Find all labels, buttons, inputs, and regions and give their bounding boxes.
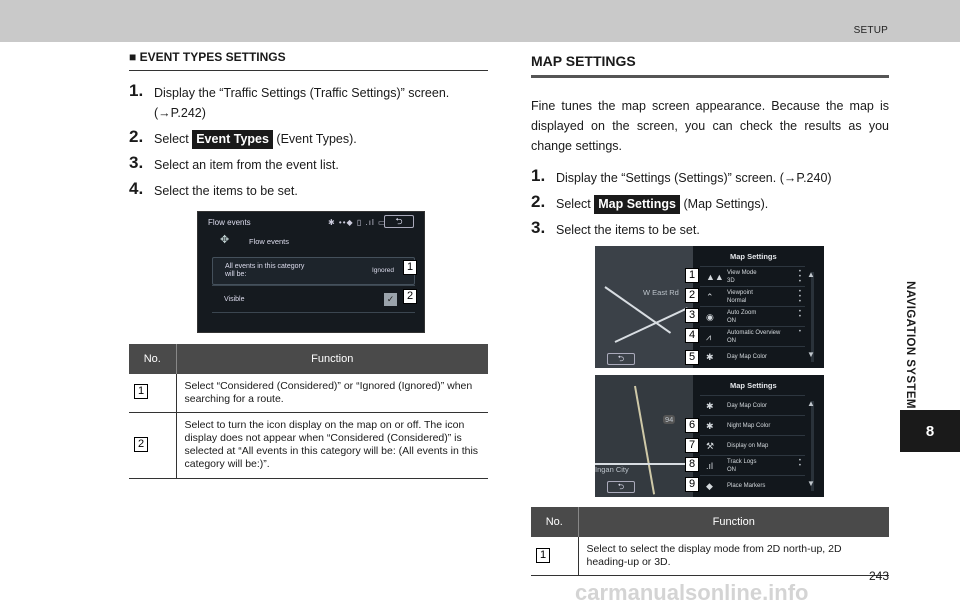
step-1: 1. Display the “Traffic Settings (Traffi… xyxy=(129,81,450,120)
setting-automatic-overview[interactable]: ⩘ Automatic Overview ON • xyxy=(700,326,805,346)
screen-title: Flow events xyxy=(208,218,251,227)
back-button[interactable]: ⮌ xyxy=(384,215,414,228)
setting-view-mode[interactable]: ▲▲ View Mode 3D • • • xyxy=(700,266,805,286)
scroll-up-icon[interactable]: ▲ xyxy=(807,399,815,408)
chapter-tab-number: 8 xyxy=(900,410,960,452)
setting-track-logs[interactable]: .ıl Track Logs ON • • xyxy=(700,455,805,475)
row-number: 1 xyxy=(536,548,550,563)
status-icons: ✱ ••◆ ▯ .ıl ▭ xyxy=(328,218,387,227)
map-settings-button[interactable]: Map Settings xyxy=(594,195,681,214)
callout-3: 3 xyxy=(685,308,699,323)
callout-8: 8 xyxy=(685,457,699,472)
callout-4: 4 xyxy=(685,328,699,343)
place-markers-icon: ◆ xyxy=(706,481,713,491)
map-city-label: Ingan City xyxy=(595,465,629,474)
panel-title: Map Settings xyxy=(730,252,777,261)
day-map-color-icon: ✱ xyxy=(706,352,714,362)
row-number: 1 xyxy=(134,384,148,399)
step-2: 2. Select Map Settings (Map Settings). xyxy=(531,192,889,214)
map-settings-screenshot-2: Ingan City 94 ⮌ Map Settings ✱ Day Map C… xyxy=(595,375,824,497)
row-function: Select “Considered (Considered)” or “Ign… xyxy=(176,374,488,413)
visible-row[interactable]: Visible ✓ xyxy=(212,285,415,313)
map-road-label: W East Rd xyxy=(643,288,679,297)
page-number: 243 xyxy=(868,569,889,583)
more-icon: • • xyxy=(798,309,801,320)
heading-square-marker: ■ xyxy=(129,50,137,64)
event-types-section: ■ EVENT TYPES SETTINGS 1. Display the “T… xyxy=(129,50,488,479)
intro-paragraph: Fine tunes the map screen appearance. Be… xyxy=(531,99,889,153)
viewpoint-icon: ⌃ xyxy=(706,292,714,302)
callout-1: 1 xyxy=(403,260,417,275)
panel-title: Map Settings xyxy=(730,381,777,390)
map-settings-heading: MAP SETTINGS xyxy=(531,53,889,78)
display-on-map-icon: ⚒ xyxy=(706,441,715,451)
row-function: Select to select the display mode from 2… xyxy=(578,537,889,576)
setting-display-on-map[interactable]: ⚒ Display on Map xyxy=(700,435,805,455)
setting-day-map-color[interactable]: ✱ Day Map Color xyxy=(700,346,805,366)
route-badge: 94 xyxy=(663,415,676,424)
scroll-up-icon[interactable]: ▲ xyxy=(807,270,815,279)
flow-events-screenshot: Flow events ✱ ••◆ ▯ .ıl ▭ ⮌ ✥ Flow event… xyxy=(197,211,425,333)
scroll-down-icon[interactable]: ▼ xyxy=(807,479,815,488)
row-number: 2 xyxy=(134,437,148,452)
event-types-heading: ■ EVENT TYPES SETTINGS xyxy=(129,50,488,71)
col-no-header: No. xyxy=(531,507,579,537)
col-function-header: Function xyxy=(176,344,488,374)
callout-2: 2 xyxy=(685,288,699,303)
track-logs-icon: .ıl xyxy=(706,461,714,471)
step-3: 3. Select the items to be set. xyxy=(531,218,700,237)
step-2: 2. Select Event Types (Event Types). xyxy=(129,127,488,149)
auto-zoom-icon: ◉ xyxy=(706,312,714,322)
event-types-function-table: No. Function 1 Select “Considered (Consi… xyxy=(129,344,488,479)
view-mode-icon: ▲▲ xyxy=(706,272,724,282)
scrollbar[interactable] xyxy=(811,401,814,491)
chapter-tab-label: NAVIGATION SYSTEM xyxy=(904,281,916,409)
map-settings-screenshot-1: W East Rd ⮌ Map Settings ▲▲ View Mode 3D… xyxy=(595,246,824,368)
watermark: carmanualsonline.info xyxy=(575,580,809,605)
event-types-button[interactable]: Event Types xyxy=(192,130,273,149)
setting-place-markers[interactable]: ◆ Place Markers xyxy=(700,475,805,495)
more-icon: • xyxy=(798,329,801,335)
step-4: 4. Select the items to be set. xyxy=(129,179,298,198)
category-label: Flow events xyxy=(249,237,290,246)
callout-2: 2 xyxy=(403,289,417,304)
page-header-bar: SETUP xyxy=(0,0,960,42)
more-icon: • • • xyxy=(798,289,801,305)
setting-day-map-color[interactable]: ✱ Day Map Color xyxy=(700,395,805,415)
callout-1: 1 xyxy=(685,268,699,283)
all-events-row[interactable]: All events in this category will be: Ign… xyxy=(212,257,415,285)
setting-auto-zoom[interactable]: ◉ Auto Zoom ON • • xyxy=(700,306,805,326)
setting-viewpoint[interactable]: ⌃ Viewpoint Normal • • • xyxy=(700,286,805,306)
row-function: Select to turn the icon display on the m… xyxy=(176,412,488,479)
day-map-color-icon: ✱ xyxy=(706,401,714,411)
scroll-down-icon[interactable]: ▼ xyxy=(807,350,815,359)
visible-checkbox[interactable]: ✓ xyxy=(384,293,397,306)
col-function-header: Function xyxy=(578,507,889,537)
table-row: 1 Select “Considered (Considered)” or “I… xyxy=(129,374,488,413)
callout-6: 6 xyxy=(685,418,699,433)
category-icon: ✥ xyxy=(220,234,230,246)
step-1: 1. Display the “Settings (Settings)” scr… xyxy=(531,166,832,185)
map-settings-section: MAP SETTINGS Fine tunes the map screen a… xyxy=(531,53,889,576)
col-no-header: No. xyxy=(129,344,177,374)
ignored-value: Ignored xyxy=(371,267,394,274)
back-button[interactable]: ⮌ xyxy=(607,353,635,365)
callout-9: 9 xyxy=(685,477,699,492)
night-map-color-icon: ✱ xyxy=(706,421,714,431)
setting-night-map-color[interactable]: ✱ Night Map Color xyxy=(700,415,805,435)
section-label: SETUP xyxy=(853,25,888,36)
map-settings-function-table: No. Function 1 Select to select the disp… xyxy=(531,507,889,576)
scrollbar[interactable] xyxy=(811,272,814,362)
callout-7: 7 xyxy=(685,438,699,453)
table-row: 2 Select to turn the icon display on the… xyxy=(129,412,488,479)
more-icon: • • • xyxy=(798,269,801,285)
back-button[interactable]: ⮌ xyxy=(607,481,635,493)
automatic-overview-icon: ⩘ xyxy=(706,332,712,342)
step-3: 3. Select an item from the event list. xyxy=(129,153,339,172)
table-row: 1 Select to select the display mode from… xyxy=(531,537,889,576)
more-icon: • • xyxy=(798,458,801,469)
callout-5: 5 xyxy=(685,350,699,365)
